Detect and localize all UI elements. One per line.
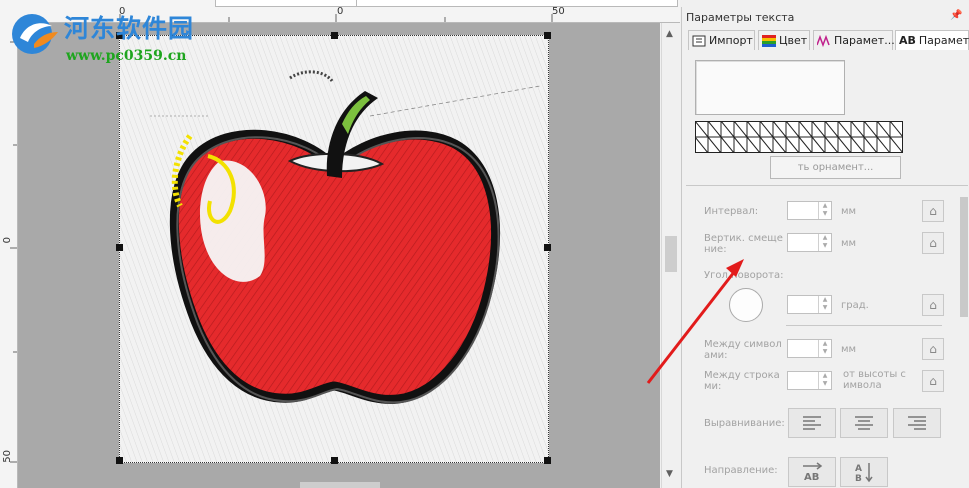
char-spacing-unit: мм — [841, 344, 857, 355]
house-icon: ⌂ — [929, 298, 937, 312]
svg-text:B: B — [855, 474, 862, 483]
reset-default-button[interactable]: ⌂ — [922, 232, 944, 254]
align-center-button[interactable] — [840, 408, 888, 438]
align-right-button[interactable] — [893, 408, 941, 438]
svg-text:A: A — [855, 464, 862, 474]
apple-embroidery-design[interactable] — [120, 36, 548, 462]
house-icon: ⌂ — [929, 342, 937, 356]
tab-label: Цвет — [779, 34, 808, 47]
scrollbar-thumb[interactable] — [960, 197, 968, 317]
vertical-ruler: 0 50 — [0, 22, 18, 488]
house-icon: ⌂ — [929, 204, 937, 218]
section-divider — [786, 325, 942, 326]
design-hoop-area[interactable] — [116, 32, 551, 464]
vertical-shift-spinner[interactable]: ▲ ▼ — [787, 233, 832, 252]
spinner-arrows[interactable]: ▲ ▼ — [818, 372, 831, 389]
spinner-arrows[interactable]: ▲ ▼ — [818, 234, 831, 251]
text-ab-icon: AB — [899, 34, 916, 47]
reset-default-button[interactable]: ⌂ — [922, 294, 944, 316]
vertical-shift-label: Вертик. смеще ние: — [704, 233, 783, 255]
reset-default-button[interactable]: ⌂ — [922, 370, 944, 392]
align-center-icon — [855, 416, 873, 430]
scroll-up-icon[interactable]: ▲ — [666, 29, 673, 39]
resize-handle-sw[interactable] — [116, 457, 123, 464]
tab-color[interactable]: Цвет — [758, 30, 810, 50]
stitch-params-icon — [816, 34, 831, 47]
direction-vertical-button[interactable]: AB — [840, 457, 888, 487]
ruler-ticks — [10, 41, 17, 463]
resize-handle-se[interactable] — [544, 457, 551, 464]
panel-divider — [686, 185, 968, 186]
line-spacing-spinner[interactable]: ▲ ▼ — [787, 371, 832, 390]
house-icon: ⌂ — [929, 236, 937, 250]
direction-label: Направление: — [704, 465, 778, 476]
direction-horizontal-icon: AB — [803, 462, 823, 483]
color-icon — [762, 34, 776, 47]
vertical-shift-unit: мм — [841, 238, 857, 249]
interval-unit: мм — [841, 206, 857, 217]
resize-handle-w[interactable] — [116, 244, 123, 251]
ornament-pattern-strip — [695, 121, 903, 153]
resize-handle-ne[interactable] — [544, 32, 551, 39]
tab-label: Парамет... — [834, 34, 895, 47]
ornament-preview — [695, 60, 845, 115]
spinner-arrows[interactable]: ▲ ▼ — [818, 296, 831, 313]
reset-default-button[interactable]: ⌂ — [922, 200, 944, 222]
align-left-icon — [803, 416, 821, 430]
import-icon — [692, 35, 706, 47]
panel-title: Параметры текста — [686, 11, 795, 24]
choose-ornament-button[interactable]: ть орнамент... — [770, 156, 901, 179]
scroll-down-icon[interactable]: ▼ — [666, 469, 673, 479]
tab-stitch-params[interactable]: Парамет... — [813, 30, 895, 50]
resize-handle-n[interactable] — [331, 32, 338, 39]
direction-vertical-icon: AB — [855, 463, 873, 483]
tab-import[interactable]: Импорт — [688, 30, 755, 50]
spinner-arrows[interactable]: ▲ ▼ — [818, 202, 831, 219]
document-tab[interactable] — [356, 0, 678, 7]
spinner-arrows[interactable]: ▲ ▼ — [818, 340, 831, 357]
resize-handle-e[interactable] — [544, 244, 551, 251]
tab-text-params[interactable]: AB Парамет... — [895, 30, 969, 50]
document-tab[interactable] — [215, 0, 357, 7]
resize-handle-s[interactable] — [331, 457, 338, 464]
rotation-angle-unit: град. — [841, 300, 869, 311]
align-right-icon — [908, 416, 926, 430]
direction-horizontal-button[interactable]: AB — [788, 457, 836, 487]
pin-icon[interactable]: 📌 — [950, 10, 962, 21]
char-spacing-spinner[interactable]: ▲ ▼ — [787, 339, 832, 358]
rotation-angle-spinner[interactable]: ▲ ▼ — [787, 295, 832, 314]
reset-default-button[interactable]: ⌂ — [922, 338, 944, 360]
alignment-label: Выравнивание: — [704, 418, 785, 429]
svg-text:AB: AB — [804, 472, 819, 483]
interval-spinner[interactable]: ▲ ▼ — [787, 201, 832, 220]
site-logo-title: 河东软件园 — [64, 14, 195, 43]
panel-scrollbar[interactable] — [959, 187, 969, 488]
site-logo-url: www.pc0359.cn — [66, 48, 187, 64]
horizontal-scrollbar-thumb[interactable] — [300, 482, 380, 488]
house-icon: ⌂ — [929, 374, 937, 388]
red-annotation-arrow — [646, 259, 744, 384]
tab-label: Парамет... — [918, 34, 969, 47]
tab-label: Импорт — [709, 34, 753, 47]
site-logo-icon — [12, 14, 58, 54]
align-left-button[interactable] — [788, 408, 836, 438]
interval-label: Интервал: — [704, 206, 759, 217]
line-spacing-unit: от высоты с имвола — [843, 369, 906, 391]
